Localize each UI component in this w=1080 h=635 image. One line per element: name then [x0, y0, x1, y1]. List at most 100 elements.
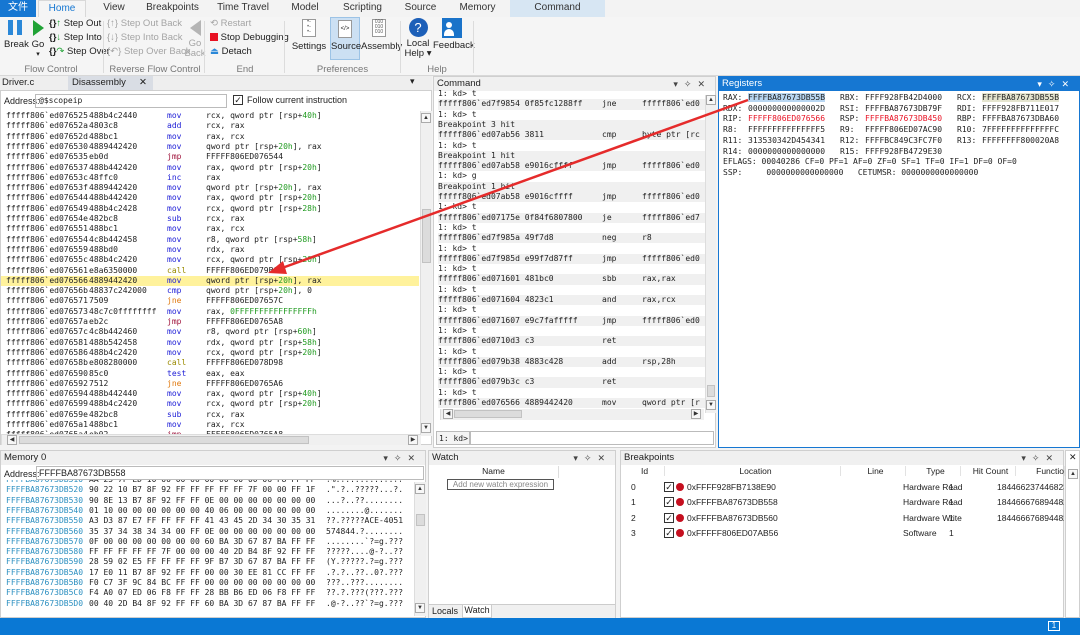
- memory-row[interactable]: FFFFBA87673DB5C0 F4 A0 07 ED 06 F8 FF FF …: [1, 588, 413, 598]
- breakpoint-row[interactable]: 0 ✓ 0xFFFF928FB7138E90 Hardware Read 1 184466…: [621, 480, 1065, 494]
- scrollbar-thumb[interactable]: [422, 209, 431, 263]
- dropdown-icon[interactable]: ▾: [383, 453, 394, 463]
- memory-row[interactable]: FFFFBA87673DB5A0 17 E0 11 B7 8F 92 FF FF …: [1, 568, 413, 578]
- scrollbar-thumb[interactable]: [707, 385, 715, 397]
- close-icon[interactable]: ✕: [407, 453, 421, 463]
- disassembly-row[interactable]: fffff806`ed076571 7509 jne FFFFF806ED07657C: [1, 296, 419, 306]
- disassembly-row[interactable]: fffff806`ed076535 eb0d jmp FFFFF806ED076544: [1, 152, 419, 162]
- step-into-back-button[interactable]: {↓} Step Into Back: [107, 32, 183, 43]
- hscroll-thumb[interactable]: [454, 410, 522, 418]
- disassembly-row[interactable]: fffff806`ed07659e 482bc8 sub rcx, rax: [1, 410, 419, 420]
- add-watch-expression-input[interactable]: Add new watch expression: [447, 479, 554, 490]
- disassembly-row[interactable]: fffff806`ed07657c 4c8b442460 mov r8, qword …: [1, 327, 419, 337]
- source-button[interactable]: </> Source: [330, 17, 361, 60]
- scroll-down-icon[interactable]: ▼: [421, 423, 431, 433]
- memory-row[interactable]: FFFFBA87673DB540 01 10 00 00 00 00 00 00 …: [1, 506, 413, 516]
- disassembly-row[interactable]: fffff806`ed076586 488b4c2420 mov rcx, qword…: [1, 348, 419, 358]
- memory-row[interactable]: FFFFBA87673DB570 0F 00 00 00 00 00 00 00 …: [1, 537, 413, 547]
- breakpoint-enabled-checkbox[interactable]: ✓: [664, 482, 674, 492]
- memory-row[interactable]: FFFFBA87673DB5B0 F0 C7 3F 9C 84 BC FF FF …: [1, 578, 413, 588]
- pin-icon[interactable]: ✧: [1048, 79, 1062, 89]
- step-over-back-button[interactable]: {↶} Step Over Back: [107, 46, 190, 57]
- watch-name-column-header[interactable]: Name: [429, 466, 559, 478]
- close-icon[interactable]: ✕: [1045, 453, 1059, 463]
- pin-icon[interactable]: ✧: [1032, 453, 1046, 463]
- tab-time-travel[interactable]: Time Travel: [212, 0, 274, 17]
- column-header[interactable]: Hit Count: [966, 466, 1016, 476]
- register-value[interactable]: FFFFFFFF800020A8: [982, 136, 1059, 145]
- dropdown-icon[interactable]: ▾: [1037, 79, 1048, 89]
- disassembly-row[interactable]: fffff806`ed076592 7512 jne FFFFF806ED0765A6: [1, 379, 419, 389]
- breakpoint-row[interactable]: 3 ✓ 0xFFFFF806ED07AB56 Software 1: [621, 526, 1065, 540]
- disassembly-row[interactable]: fffff806`ed076530 4889442420 mov qword ptr …: [1, 142, 419, 152]
- tab-source[interactable]: Source: [398, 0, 443, 17]
- breakpoint-row[interactable]: 2 ✓ 0xFFFFBA87673DB560 Hardware Write 1 18446…: [621, 511, 1065, 525]
- assembly-button[interactable]: 010 010 010 Assembly: [361, 19, 402, 52]
- step-over-button[interactable]: {}↷ Step Over: [49, 46, 110, 57]
- disassembly-row[interactable]: fffff806`ed076537 488b442420 mov rax, qword…: [1, 163, 419, 173]
- breakpoint-enabled-checkbox[interactable]: ✓: [664, 497, 674, 508]
- breakpoint-row[interactable]: 1 ✓ 0xFFFFBA87673DB558 Hardware Read 1 184466…: [621, 495, 1065, 509]
- pin-icon[interactable]: ✧: [684, 79, 698, 89]
- memory-row[interactable]: FFFFBA87673DB560 35 37 34 38 34 34 00 FF …: [1, 527, 413, 537]
- disassembly-row[interactable]: fffff806`ed07656b 48837c242000 cmp qword pt…: [1, 286, 419, 296]
- column-header[interactable]: Line: [846, 466, 906, 476]
- scroll-right-icon[interactable]: ▶: [408, 435, 418, 445]
- close-icon[interactable]: ✕: [1069, 452, 1077, 463]
- register-value[interactable]: FFFFBA87673DBA60: [982, 114, 1059, 123]
- scroll-up-icon[interactable]: ▲: [1068, 469, 1078, 479]
- memory-row[interactable]: FFFFBA87673DB580 FF FF FF FF FF 7F 00 00 …: [1, 547, 413, 557]
- detach-button[interactable]: ⏏ Detach: [210, 46, 252, 57]
- memory-row[interactable]: FFFFBA87673DB550 A3 D3 87 E7 FF FF FF FF …: [1, 516, 413, 526]
- disassembly-row[interactable]: fffff806`ed076561 e8a6350000 call FFFFF806E…: [1, 266, 419, 276]
- register-value[interactable]: FFFF928FB4729E30: [865, 147, 942, 156]
- command-hscrollbar[interactable]: ◀ ▶: [440, 409, 704, 420]
- register-value[interactable]: FFFFF806ED07AC90: [865, 125, 942, 134]
- tab-driver-c[interactable]: Driver.c: [2, 76, 34, 90]
- dropdown-icon[interactable]: ▾: [1021, 453, 1032, 463]
- column-header[interactable]: Functio: [1021, 466, 1065, 476]
- tab-scripting[interactable]: Scripting: [335, 0, 390, 17]
- dropdown-icon[interactable]: ▾: [573, 453, 584, 463]
- follow-instruction-checkbox[interactable]: ✓: [233, 95, 243, 105]
- close-icon[interactable]: ✕: [139, 76, 147, 90]
- scroll-down-icon[interactable]: ▼: [415, 603, 425, 613]
- disassembly-row[interactable]: fffff806`ed07655c 488b4c2420 mov rcx, qword…: [1, 255, 419, 265]
- disassembly-row[interactable]: fffff806`ed07654e 482bc8 sub rcx, rax: [1, 214, 419, 224]
- register-value[interactable]: FFFFBC849C3FC7F0: [865, 136, 942, 145]
- disassembly-row[interactable]: fffff806`ed076573 48c7c0ffffffff mov rax, 0…: [1, 307, 419, 317]
- tab-disassembly[interactable]: Disassembly ✕: [68, 76, 153, 90]
- column-header[interactable]: Location: [671, 466, 841, 476]
- local-help-button[interactable]: ? Local Help ▾: [404, 18, 432, 59]
- register-value[interactable]: FFFFBA87673DB55B: [748, 93, 826, 102]
- register-value[interactable]: 000000000000002D: [748, 104, 825, 113]
- disassembly-row[interactable]: fffff806`ed076544 488b442420 mov rax, qword…: [1, 193, 419, 203]
- disassembly-row[interactable]: fffff806`ed076551 488bc1 mov rax, rcx: [1, 224, 419, 234]
- go-back-button[interactable]: Go Back: [184, 20, 206, 59]
- break-button[interactable]: Break: [4, 20, 29, 50]
- register-value[interactable]: 7FFFFFFFFFFFFFFC: [982, 125, 1059, 134]
- tab-view[interactable]: View: [96, 0, 132, 17]
- close-icon[interactable]: ✕: [597, 453, 611, 463]
- step-out-back-button[interactable]: {↑} Step Out Back: [107, 18, 182, 29]
- tab-list-dropdown-icon[interactable]: ▾: [410, 76, 415, 87]
- breakpoint-enabled-checkbox[interactable]: ✓: [664, 527, 674, 538]
- disassembly-row[interactable]: fffff806`ed07653c 48ffc0 inc rax: [1, 173, 419, 183]
- notifications-icon[interactable]: 1: [1048, 621, 1060, 631]
- horizontal-scrollbar[interactable]: ◀ ▶: [1, 434, 421, 445]
- register-value[interactable]: FFFF928FB42D4000: [865, 93, 942, 102]
- disassembly-row[interactable]: fffff806`ed076594 488b442440 mov rax, qword…: [1, 389, 419, 399]
- disassembly-row[interactable]: fffff806`ed076554 4c8b442458 mov r8, qword …: [1, 235, 419, 245]
- tab-locals[interactable]: Locals: [432, 606, 458, 616]
- disassembly-row[interactable]: fffff806`ed0765a1 488bc1 mov rax, rcx: [1, 420, 419, 430]
- tab-watch[interactable]: Watch: [462, 605, 492, 618]
- register-value[interactable]: FFFFBA87673DB450: [865, 114, 942, 123]
- scroll-left-icon[interactable]: ◀: [443, 409, 453, 419]
- disassembly-row[interactable]: fffff806`ed076559 488bd0 mov rdx, rax: [1, 245, 419, 255]
- register-value[interactable]: FFFFBA87673DB79F: [865, 104, 942, 113]
- column-header[interactable]: Type: [911, 466, 961, 476]
- disassembly-row[interactable]: fffff806`ed07652d 488bc1 mov rax, rcx: [1, 132, 419, 142]
- register-value[interactable]: 313530342D454341: [748, 136, 825, 145]
- scrollbar-thumb[interactable]: [416, 514, 425, 526]
- pin-icon[interactable]: ✧: [584, 453, 598, 463]
